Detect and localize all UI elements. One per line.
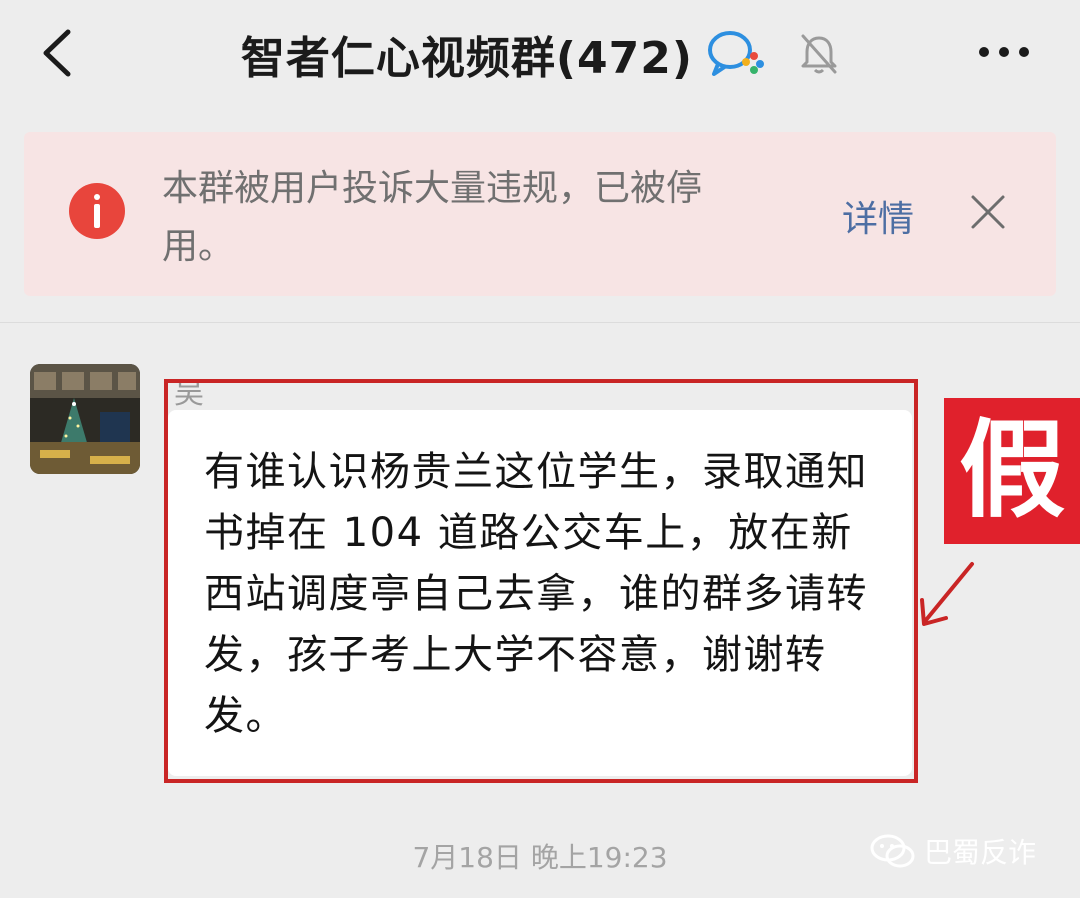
- title-row: 智者仁心视频群(472): [0, 22, 1080, 84]
- close-icon[interactable]: [970, 194, 1006, 230]
- ellipsis-icon[interactable]: [976, 40, 1032, 64]
- bell-off-icon: [801, 34, 837, 74]
- highlight-frame: [164, 379, 918, 783]
- avatar-photo: [30, 364, 140, 474]
- watermark-text: 巴蜀反诈: [924, 836, 1037, 869]
- wecom-chat-icon: [708, 31, 765, 76]
- details-link[interactable]: 详情: [842, 190, 914, 242]
- arrow-pointer-icon: [920, 562, 974, 626]
- fake-label: 假: [944, 398, 1080, 544]
- watermark: 巴蜀反诈: [870, 832, 1036, 870]
- wechat-icon: [870, 834, 915, 868]
- avatar[interactable]: [30, 364, 140, 474]
- info-icon: [69, 183, 125, 239]
- top-bar: 智者仁心视频群(472): [0, 0, 1080, 112]
- divider: [0, 322, 1080, 323]
- notice-message: 本群被用户投诉大量违规，已被停用。: [162, 168, 703, 267]
- group-title: 智者仁心视频群(472): [240, 33, 693, 84]
- group-suspended-notice: 本群被用户投诉大量违规，已被停用。 详情: [24, 132, 1056, 296]
